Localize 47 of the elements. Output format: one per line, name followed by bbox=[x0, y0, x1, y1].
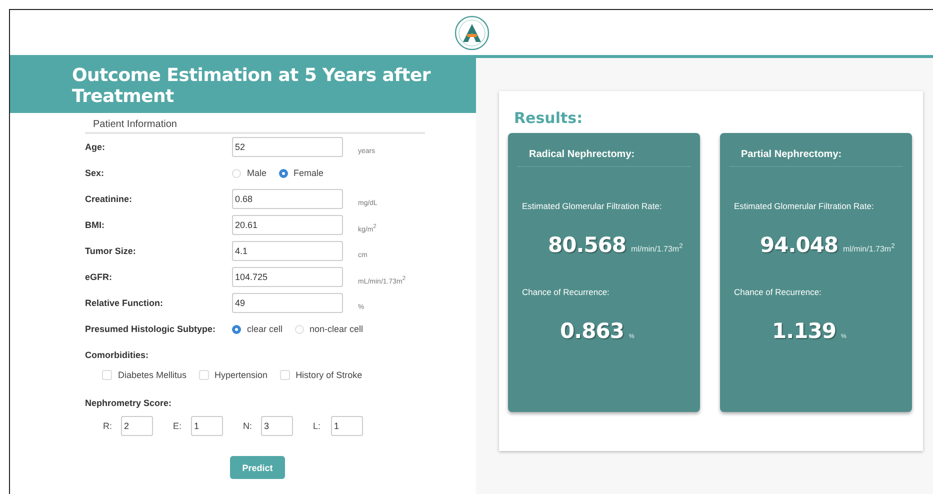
logo-icon bbox=[454, 14, 490, 50]
radio-option[interactable]: non-clear cell bbox=[294, 324, 364, 334]
input-field[interactable]: 0.68 bbox=[232, 189, 343, 209]
score-field[interactable]: 1 bbox=[331, 416, 363, 436]
radio-option[interactable]: Male bbox=[232, 168, 267, 178]
score-label: E: bbox=[173, 421, 181, 431]
field-label: Presumed Histologic Subtype: bbox=[85, 324, 217, 334]
score-field[interactable]: 1 bbox=[191, 416, 223, 436]
metric-label: Chance of Recurrence: bbox=[733, 287, 822, 297]
results-title: Results: bbox=[514, 109, 584, 127]
input-field[interactable]: 4.1 bbox=[232, 241, 343, 261]
field-label: Relative Function: bbox=[85, 298, 164, 308]
checkbox-option[interactable]: History of Stroke bbox=[280, 370, 362, 380]
field-label: Tumor Size: bbox=[85, 246, 137, 256]
input-field[interactable]: 20.61 bbox=[232, 215, 343, 235]
section-heading: Patient Information bbox=[85, 119, 425, 134]
metric-value: 1.139 bbox=[772, 319, 836, 343]
metric-label: Chance of Recurrence: bbox=[521, 287, 610, 297]
field-label: Sex: bbox=[85, 168, 106, 178]
field-label: eGFR: bbox=[85, 272, 113, 282]
input-field[interactable]: 104.725 bbox=[232, 267, 343, 287]
card-title: Radical Nephrectomy: bbox=[517, 133, 691, 167]
radio-option[interactable]: clear cell bbox=[232, 324, 283, 334]
metric-value: 0.863 bbox=[560, 319, 624, 343]
score-label: R: bbox=[103, 421, 111, 431]
radio-option[interactable]: Female bbox=[278, 168, 324, 178]
field-label: Comorbidities: bbox=[85, 350, 150, 362]
score-field[interactable]: 3 bbox=[261, 416, 293, 436]
field-label: Nephrometry Score: bbox=[85, 398, 173, 410]
field-label: BMI: bbox=[85, 220, 106, 230]
score-field[interactable]: 2 bbox=[121, 416, 153, 436]
score-label: L: bbox=[313, 421, 321, 431]
metric-value: 80.568 bbox=[548, 233, 626, 257]
card-title: Partial Nephrectomy: bbox=[729, 133, 903, 167]
input-field[interactable]: 49 bbox=[232, 293, 343, 313]
checkbox-option[interactable]: Hypertension bbox=[198, 370, 268, 380]
metric-label: Estimated Glomerular Filtration Rate: bbox=[521, 201, 663, 211]
field-label: Age: bbox=[85, 142, 106, 152]
page-title: Outcome Estimation at 5 Years after Treatment bbox=[72, 64, 432, 107]
checkbox-option[interactable]: Diabetes Mellitus bbox=[102, 370, 187, 380]
input-field[interactable]: 52 bbox=[232, 137, 343, 157]
metric-unit: ml/min/1.73m$^{2}$ bbox=[631, 243, 683, 254]
metric-unit: ml/min/1.73m$^{2}$ bbox=[843, 243, 895, 254]
score-label: N: bbox=[243, 421, 251, 431]
metric-value: 94.048 bbox=[760, 233, 838, 257]
field-label: Creatinine: bbox=[85, 194, 134, 204]
metric-label: Estimated Glomerular Filtration Rate: bbox=[733, 201, 875, 211]
